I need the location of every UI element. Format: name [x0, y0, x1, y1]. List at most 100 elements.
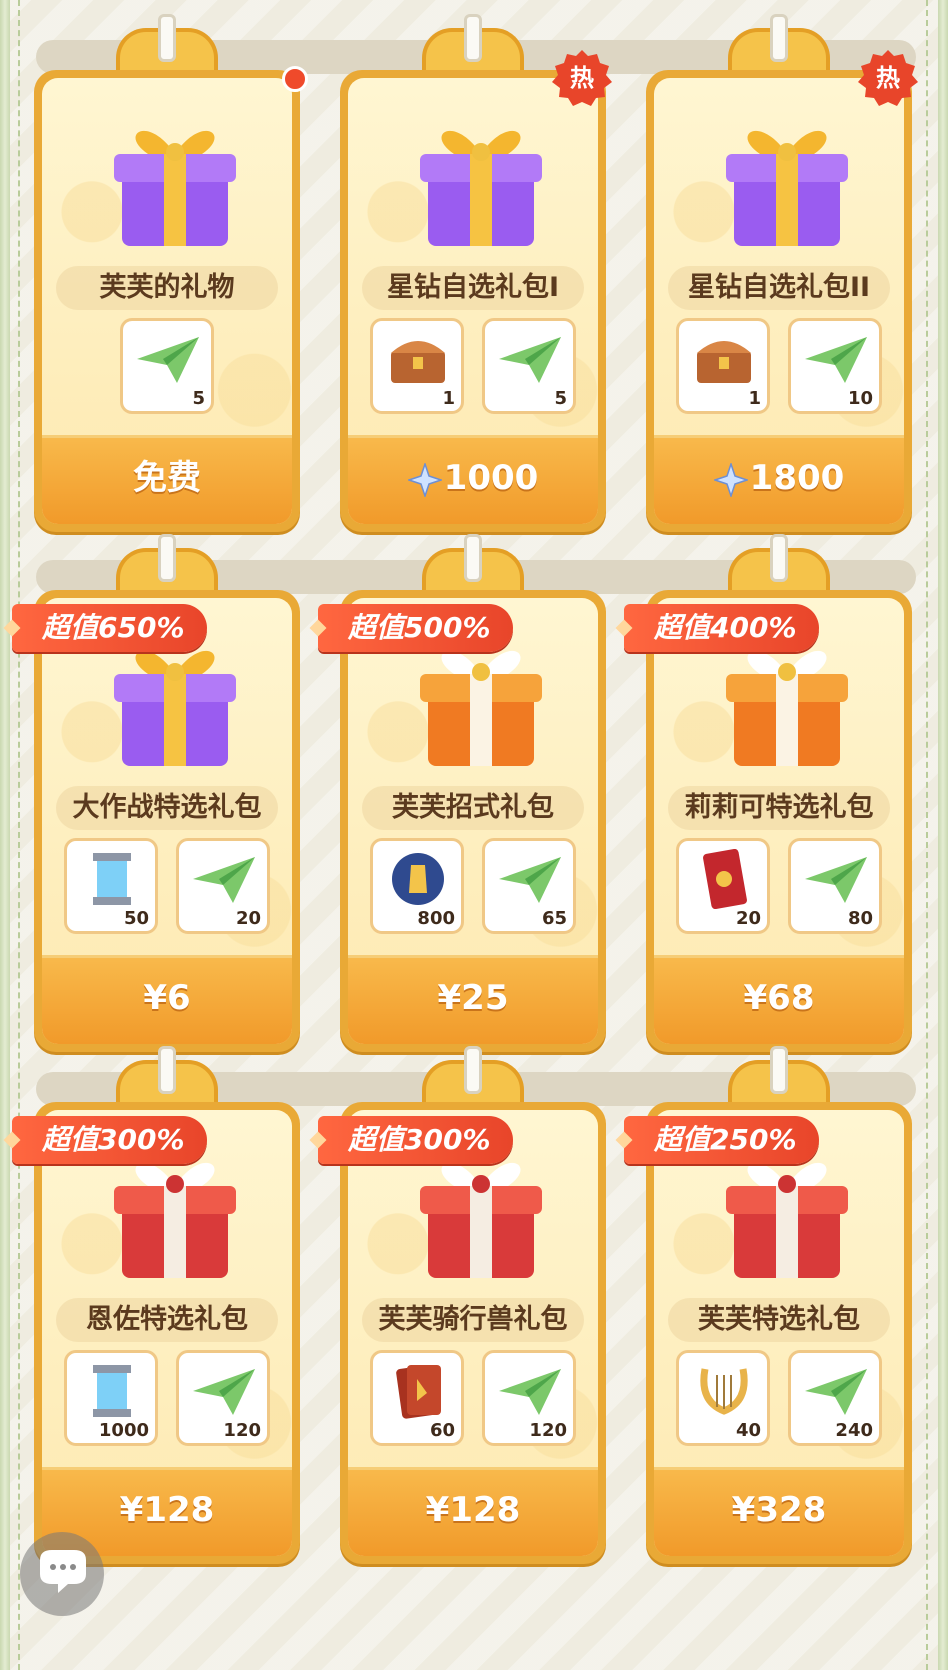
- purple-gift-icon: [108, 104, 242, 254]
- buy-button[interactable]: 1800: [654, 435, 904, 524]
- card-panel: 恩佐特选礼包 1000 120 ¥128: [34, 1102, 300, 1564]
- pack-name: 芙芙的礼物: [56, 266, 278, 310]
- gift-pack-card[interactable]: 恩佐特选礼包 1000 120 ¥128 超值300%: [12, 1046, 300, 1564]
- price-label: ¥25: [437, 978, 509, 1018]
- left-dashed-line: [18, 0, 20, 1670]
- card-hook: [158, 14, 176, 62]
- reward-item[interactable]: 20: [676, 838, 770, 934]
- item-count: 1000: [98, 1420, 149, 1441]
- reward-item[interactable]: 5: [482, 318, 576, 414]
- card-hook: [770, 1046, 788, 1094]
- reward-item[interactable]: 5: [120, 318, 214, 414]
- item-count: 20: [235, 908, 261, 929]
- card-hook: [158, 1046, 176, 1094]
- card-inner: 芙芙招式礼包 800 65 ¥25: [348, 598, 598, 1044]
- right-dashed-line: [926, 0, 928, 1670]
- buy-button[interactable]: ¥328: [654, 1467, 904, 1556]
- buy-button[interactable]: ¥128: [348, 1467, 598, 1556]
- card-panel: 星钻自选礼包II 1 10 1800: [646, 70, 912, 532]
- card-hook: [158, 534, 176, 582]
- chat-button[interactable]: [20, 1532, 104, 1616]
- price-label: 免费: [133, 458, 201, 498]
- card-inner: 莉莉可特选礼包 20 80 ¥68: [654, 598, 904, 1044]
- item-count: 120: [223, 1420, 261, 1441]
- gift-pack-card[interactable]: 大作战特选礼包 50 20 ¥6 超值650%: [12, 534, 300, 1052]
- item-count: 50: [123, 908, 149, 929]
- card-hook: [464, 14, 482, 62]
- reward-item[interactable]: 120: [176, 1350, 270, 1446]
- card-inner: 大作战特选礼包 50 20 ¥6: [42, 598, 292, 1044]
- item-count: 65: [541, 908, 567, 929]
- reward-item[interactable]: 1: [370, 318, 464, 414]
- buy-button[interactable]: ¥25: [348, 955, 598, 1044]
- item-count: 40: [735, 1420, 761, 1441]
- price-label: 1000: [443, 458, 539, 498]
- price-label: ¥128: [425, 1490, 521, 1530]
- gift-pack-card[interactable]: 芙芙招式礼包 800 65 ¥25 超值500%: [318, 534, 606, 1052]
- gift-pack-card[interactable]: 莉莉可特选礼包 20 80 ¥68 超值400%: [624, 534, 912, 1052]
- card-hook: [770, 534, 788, 582]
- buy-button[interactable]: ¥68: [654, 955, 904, 1044]
- buy-button[interactable]: 1000: [348, 435, 598, 524]
- card-panel: 大作战特选礼包 50 20 ¥6: [34, 590, 300, 1052]
- reward-items: 50 20: [42, 838, 292, 938]
- pack-name: 星钻自选礼包I: [362, 266, 584, 310]
- card-inner: 芙芙的礼物 5 免费: [42, 78, 292, 524]
- price-label: ¥128: [119, 1490, 215, 1530]
- reward-items: 60 120: [348, 1350, 598, 1450]
- reward-items: 800 65: [348, 838, 598, 938]
- reward-item[interactable]: 60: [370, 1350, 464, 1446]
- pack-name: 星钻自选礼包II: [668, 266, 890, 310]
- reward-item[interactable]: 240: [788, 1350, 882, 1446]
- reward-item[interactable]: 65: [482, 838, 576, 934]
- reward-item[interactable]: 80: [788, 838, 882, 934]
- reward-item[interactable]: 1000: [64, 1350, 158, 1446]
- gift-pack-card[interactable]: 芙芙骑行兽礼包 60 120 ¥128 超值300%: [318, 1046, 606, 1564]
- reward-items: 20 80: [654, 838, 904, 938]
- pack-name: 莉莉可特选礼包: [668, 786, 890, 830]
- price-label: 1800: [749, 458, 845, 498]
- pack-name: 芙芙特选礼包: [668, 1298, 890, 1342]
- card-panel: 星钻自选礼包I 1 5 1000: [340, 70, 606, 532]
- card-inner: 星钻自选礼包II 1 10 1800: [654, 78, 904, 524]
- value-ribbon: 超值650%: [12, 604, 207, 652]
- gift-pack-card[interactable]: 星钻自选礼包I 1 5 1000 热: [340, 14, 612, 532]
- card-hook: [770, 14, 788, 62]
- gift-pack-card[interactable]: 星钻自选礼包II 1 10 1800 热: [646, 14, 918, 532]
- price-label: ¥328: [731, 1490, 827, 1530]
- reward-item[interactable]: 120: [482, 1350, 576, 1446]
- reward-item[interactable]: 1: [676, 318, 770, 414]
- item-count: 10: [847, 388, 873, 409]
- reward-item[interactable]: 10: [788, 318, 882, 414]
- pack-name: 芙芙骑行兽礼包: [362, 1298, 584, 1342]
- card-panel: 莉莉可特选礼包 20 80 ¥68: [646, 590, 912, 1052]
- value-ribbon: 超值250%: [624, 1116, 819, 1164]
- item-count: 80: [847, 908, 873, 929]
- item-count: 5: [554, 388, 567, 409]
- card-inner: 恩佐特选礼包 1000 120 ¥128: [42, 1110, 292, 1556]
- reward-item[interactable]: 40: [676, 1350, 770, 1446]
- buy-button[interactable]: ¥6: [42, 955, 292, 1044]
- card-hook: [464, 1046, 482, 1094]
- right-border: [938, 0, 948, 1670]
- card-inner: 芙芙特选礼包 40 240 ¥328: [654, 1110, 904, 1556]
- pack-name: 恩佐特选礼包: [56, 1298, 278, 1342]
- star-diamond-icon: [407, 458, 444, 498]
- reward-item[interactable]: 20: [176, 838, 270, 934]
- card-inner: 芙芙骑行兽礼包 60 120 ¥128: [348, 1110, 598, 1556]
- reward-item[interactable]: 50: [64, 838, 158, 934]
- item-count: 120: [529, 1420, 567, 1441]
- card-panel: 芙芙的礼物 5 免费: [34, 70, 300, 532]
- left-border: [0, 0, 10, 1670]
- gift-pack-card[interactable]: 芙芙特选礼包 40 240 ¥328 超值250%: [624, 1046, 912, 1564]
- card-inner: 星钻自选礼包I 1 5 1000: [348, 78, 598, 524]
- item-count: 20: [735, 908, 761, 929]
- hot-badge: 热: [858, 48, 918, 108]
- hot-badge: 热: [552, 48, 612, 108]
- card-panel: 芙芙骑行兽礼包 60 120 ¥128: [340, 1102, 606, 1564]
- buy-button[interactable]: 免费: [42, 435, 292, 524]
- gift-pack-card[interactable]: 芙芙的礼物 5 免费: [34, 14, 308, 532]
- value-ribbon: 超值300%: [318, 1116, 513, 1164]
- reward-item[interactable]: 800: [370, 838, 464, 934]
- purple-gift-icon: [720, 104, 854, 254]
